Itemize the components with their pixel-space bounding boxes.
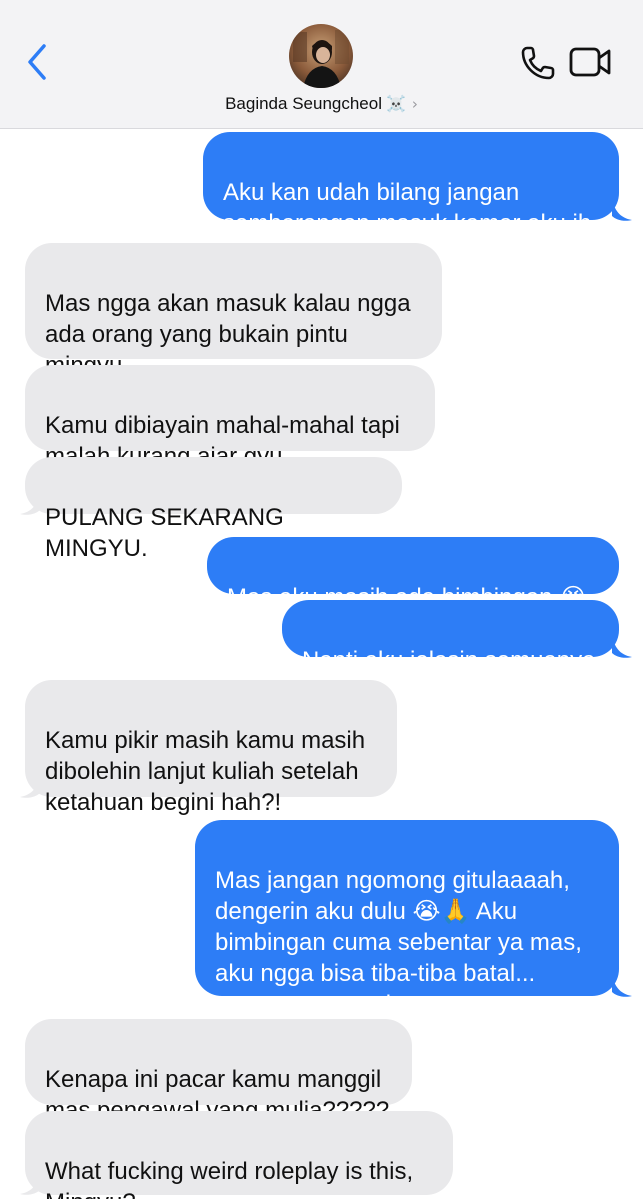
incoming-message[interactable]: Mas ngga akan masuk kalau ngga ada orang… [25,243,442,379]
outgoing-message[interactable]: Aku kan udah bilang jangan sembarangan m… [203,132,619,237]
outgoing-message[interactable]: Mas jangan ngomong gitulaaaah, dengerin … [195,820,619,1018]
incoming-message[interactable]: PULANG SEKARANG MINGYU. [25,457,402,562]
message-text: Nanti aku jelasin semuanya [302,647,596,674]
contact-name-button[interactable]: Baginda Seungcheol ☠️ › [0,94,643,114]
contact-avatar[interactable] [289,24,353,88]
message-text: What fucking weird roleplay is this, Min… [45,1158,414,1199]
phone-icon [521,46,555,80]
incoming-message[interactable]: Kamu pikir masih kamu masih dibolehin la… [25,680,397,816]
audio-call-button[interactable] [518,43,558,83]
chevron-right-icon: › [411,95,418,113]
incoming-message[interactable]: Kamu dibiayain mahal-mahal tapi malah ku… [25,365,435,470]
message-text: Aku kan udah bilang jangan sembarangan m… [223,179,592,237]
video-call-button[interactable] [569,45,613,79]
outgoing-message[interactable]: Mas aku masih ada bimbingan 😭 [207,537,619,611]
outgoing-message[interactable]: Nanti aku jelasin semuanya [282,600,619,674]
messages-screen: Baginda Seungcheol ☠️ › Aku kan udah bilan… [0,0,643,1199]
skull-emoji: ☠️ [386,94,406,113]
incoming-message[interactable]: What fucking weird roleplay is this, Min… [25,1111,453,1199]
chevron-left-icon [28,44,46,80]
video-camera-icon [569,47,611,77]
conversation-header: Baginda Seungcheol ☠️ › [0,0,643,129]
message-text: Kamu pikir masih kamu masih dibolehin la… [45,727,366,816]
avatar-photo [289,24,353,88]
incoming-message[interactable]: Kenapa ini pacar kamu manggil mas pengaw… [25,1019,412,1124]
contact-name: Baginda Seungcheol [225,94,382,113]
back-button[interactable] [22,40,56,84]
message-text: Mas jangan ngomong gitulaaaah, dengerin … [215,867,582,1018]
